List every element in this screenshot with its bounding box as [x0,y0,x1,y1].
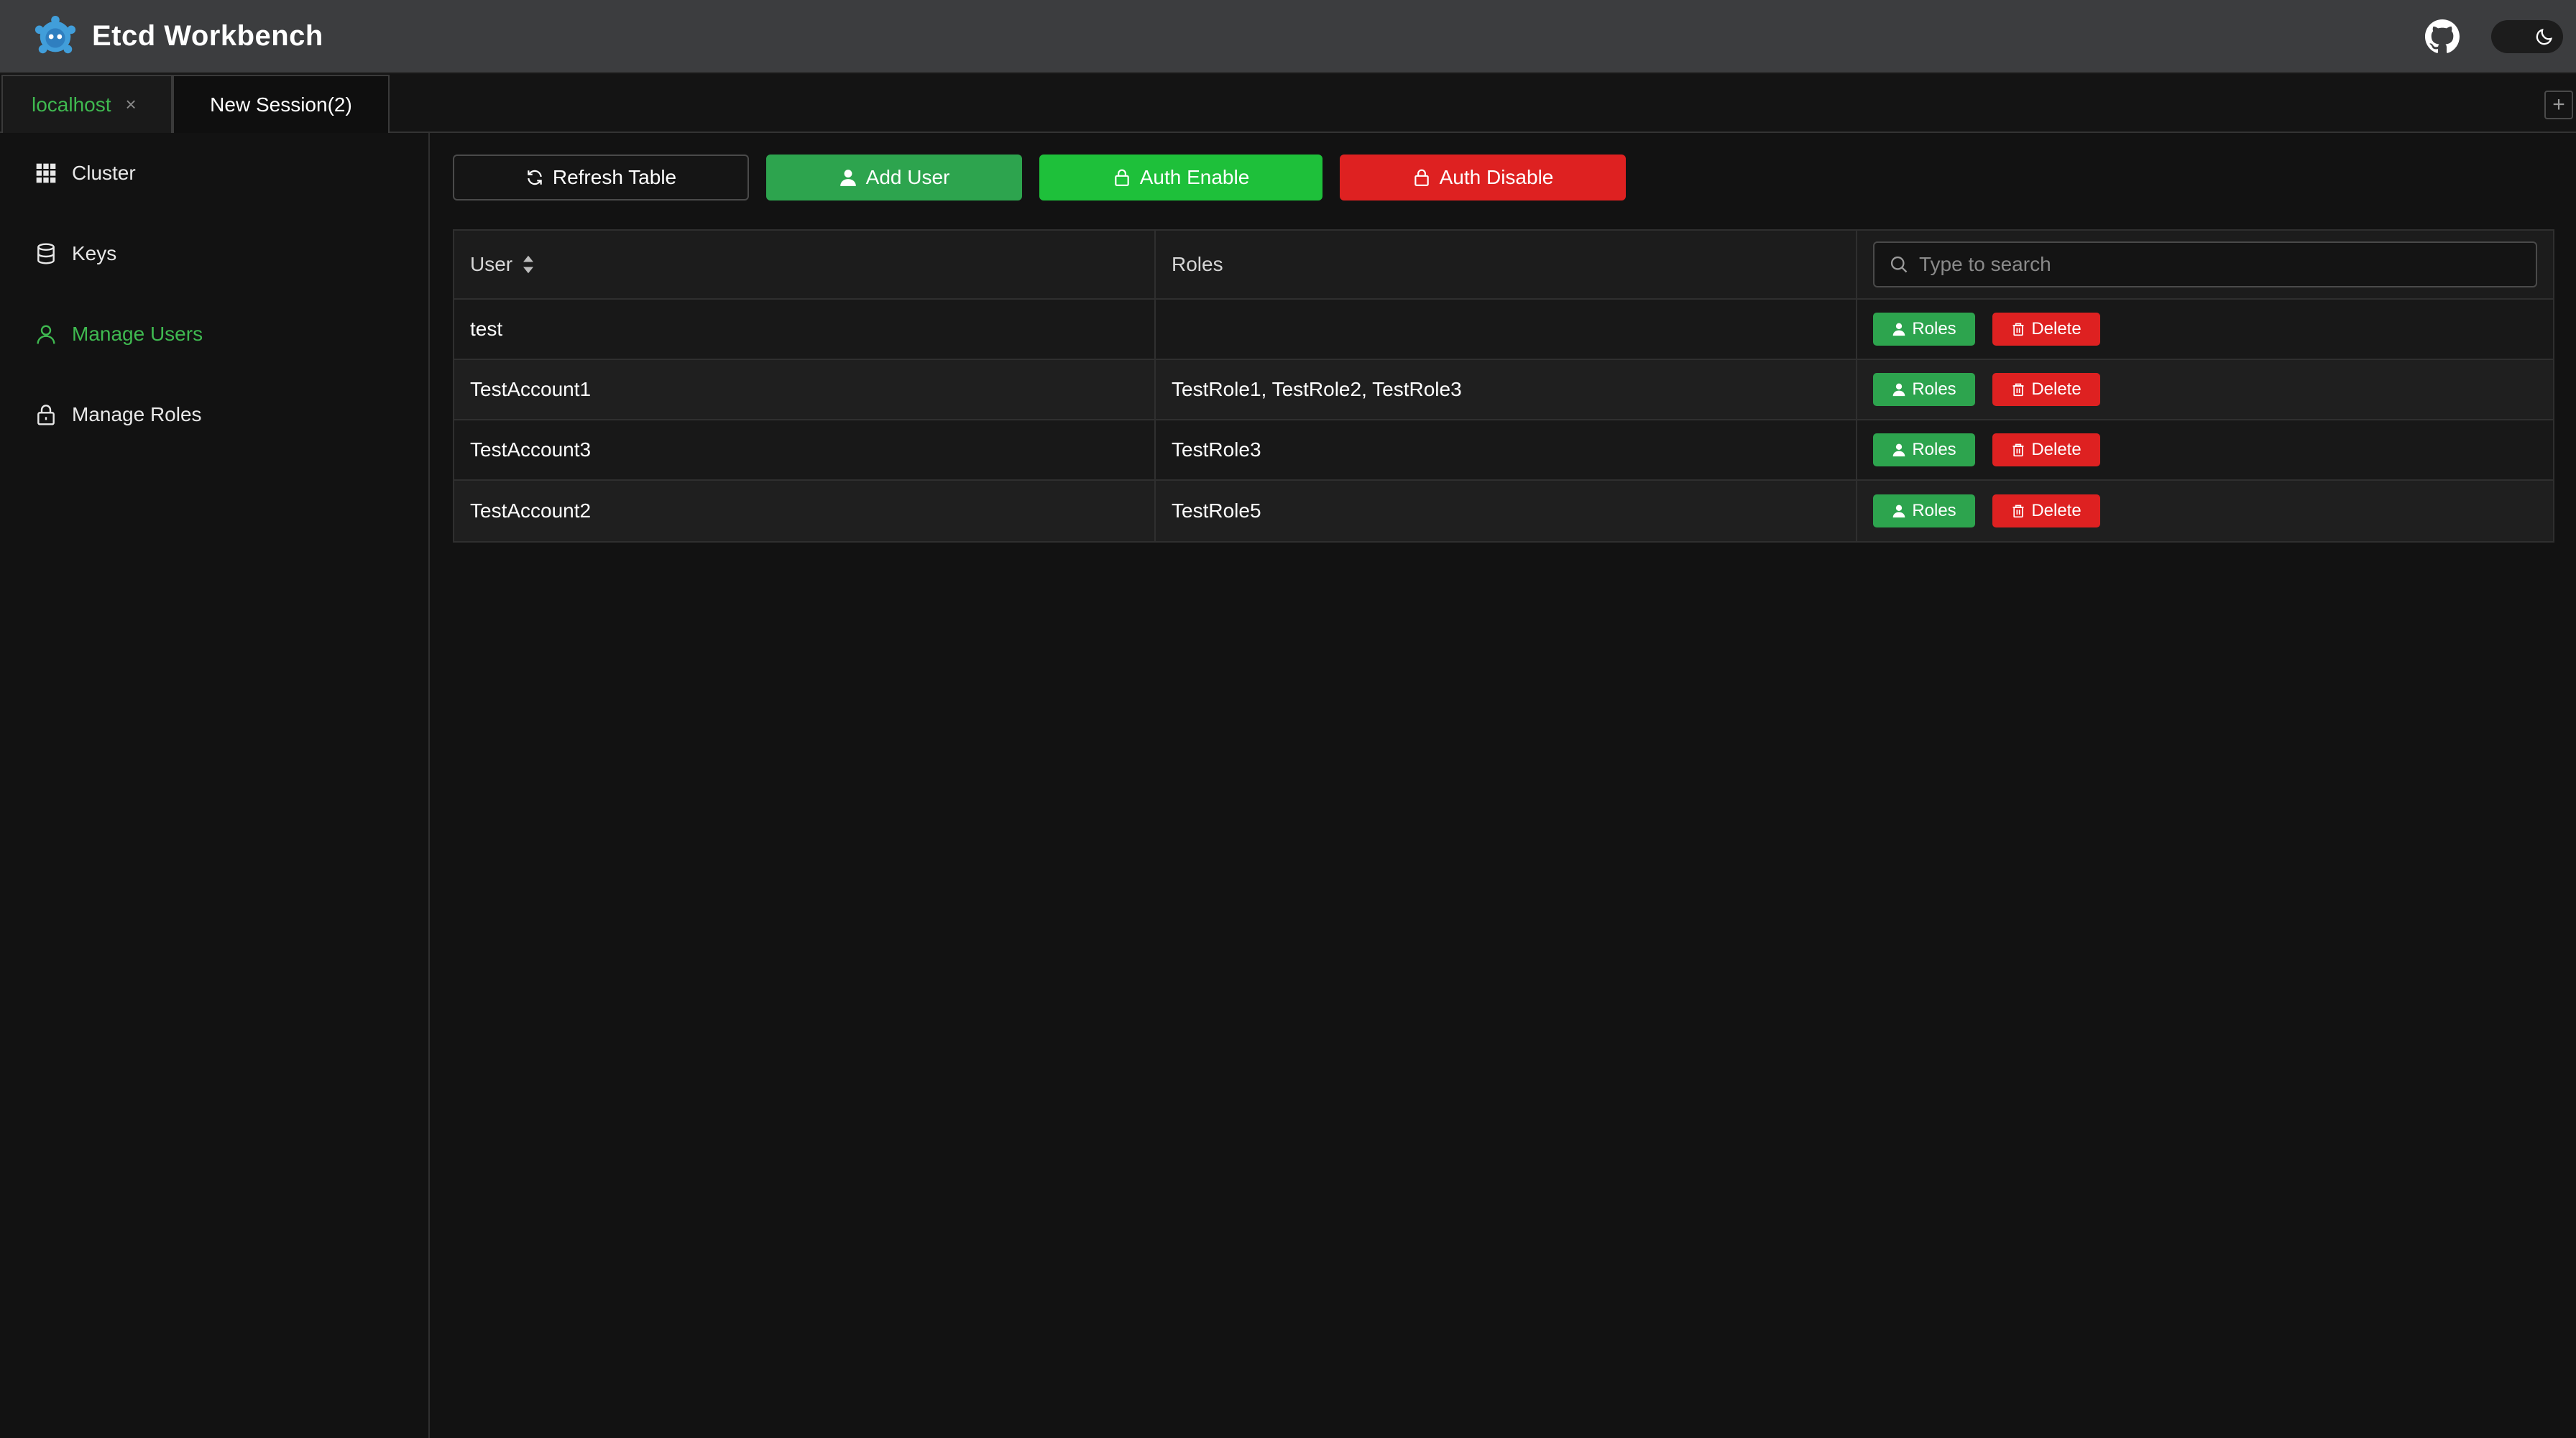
sidebar-item-manage-users[interactable]: Manage Users [34,313,408,356]
button-label: Delete [2031,440,2082,459]
github-icon[interactable] [2425,19,2460,54]
grid-icon [36,163,56,183]
lock-icon [1114,169,1129,186]
button-label: Roles [1912,379,1956,399]
sidebar: Cluster Keys Manage Users Manage Roles [0,133,430,1438]
roles-button[interactable]: Roles [1873,373,1975,406]
add-user-button[interactable]: Add User [766,155,1022,201]
user-icon [840,170,856,186]
roles-button[interactable]: Roles [1873,433,1975,466]
trash-icon [2012,323,2024,336]
tab-localhost[interactable]: localhost × [1,75,172,133]
close-icon[interactable]: × [126,93,137,116]
button-label: Refresh Table [552,166,677,188]
main-content: Refresh Table Add User Auth Enable Auth [431,133,2576,1438]
sidebar-item-label: Manage Users [72,323,203,345]
trash-icon [2012,504,2024,518]
sidebar-item-keys[interactable]: Keys [34,232,408,275]
user-cell: TestAccount3 [454,420,1156,479]
user-icon [1892,443,1905,457]
button-label: Auth Disable [1439,166,1554,188]
app-title: Etcd Workbench [92,20,323,52]
actions-cell: Roles Delete [1857,481,2553,541]
column-header-actions [1857,231,2553,298]
user-icon [1892,383,1905,397]
column-header-label: Roles [1172,253,1223,275]
roles-cell: TestRole1, TestRole2, TestRole3 [1156,360,1857,419]
tab-new-session[interactable]: New Session(2) [172,75,390,133]
search-box[interactable] [1873,241,2537,287]
add-tab-button[interactable]: + [2544,91,2573,119]
trash-icon [2012,443,2024,457]
sidebar-item-label: Manage Roles [72,403,202,425]
refresh-table-button[interactable]: Refresh Table [453,155,749,201]
roles-cell [1156,300,1857,359]
sidebar-item-cluster[interactable]: Cluster [34,152,408,195]
actions-cell: Roles Delete [1857,420,2553,479]
users-table: User Roles Type to search test Roles Del… [453,229,2554,543]
button-label: Roles [1912,319,1956,338]
actions-cell: Roles Delete [1857,360,2553,419]
roles-button[interactable]: Roles [1873,313,1975,346]
app-root: Etcd Workbench localhost × New Session(2… [0,0,2576,1438]
tab-label: localhost [32,93,111,116]
delete-button[interactable]: Delete [1992,373,2100,406]
auth-enable-button[interactable]: Auth Enable [1039,155,1322,201]
user-icon [37,325,55,344]
actions-cell: Roles Delete [1857,300,2553,359]
etcd-logo-icon [34,15,76,54]
sort-icon[interactable] [521,254,535,275]
button-label: Delete [2031,379,2082,399]
column-header-roles: Roles [1156,231,1857,298]
button-label: Add User [865,166,950,188]
delete-button[interactable]: Delete [1992,313,2100,346]
trash-icon [2012,383,2024,397]
database-icon [37,243,55,264]
sidebar-item-manage-roles[interactable]: Manage Roles [34,393,408,436]
lock-icon [37,405,55,425]
tab-label: New Session(2) [210,93,352,116]
user-icon [1892,504,1905,518]
delete-button[interactable]: Delete [1992,433,2100,466]
user-cell: TestAccount2 [454,481,1156,541]
user-icon [1892,323,1905,336]
roles-button[interactable]: Roles [1873,494,1975,527]
roles-cell: TestRole5 [1156,481,1857,541]
button-label: Delete [2031,501,2082,520]
table-row: TestAccount3 TestRole3 Roles Delete [454,420,2553,481]
refresh-icon [528,170,542,185]
user-cell: TestAccount1 [454,360,1156,419]
auth-disable-button[interactable]: Auth Disable [1340,155,1626,201]
button-label: Auth Enable [1139,166,1250,188]
table-row: TestAccount2 TestRole5 Roles Delete [454,481,2553,541]
theme-toggle[interactable] [2491,20,2563,53]
table-row: test Roles Delete [454,300,2553,360]
delete-button[interactable]: Delete [1992,494,2100,527]
table-row: TestAccount1 TestRole1, TestRole2, TestR… [454,360,2553,420]
roles-cell: TestRole3 [1156,420,1857,479]
session-tab-bar: localhost × New Session(2) + [0,73,2576,133]
column-header-label: User [470,253,513,275]
button-label: Delete [2031,319,2082,338]
button-label: Roles [1912,440,1956,459]
sidebar-item-label: Cluster [72,162,136,184]
search-input[interactable] [1919,253,2508,276]
column-header-user[interactable]: User [454,231,1156,298]
button-label: Roles [1912,501,1956,520]
search-icon [1890,256,1908,273]
user-cell: test [454,300,1156,359]
title-bar: Etcd Workbench [0,0,2576,73]
table-header-row: User Roles [454,231,2553,300]
sidebar-item-label: Keys [72,242,117,264]
lock-icon [1414,169,1429,186]
moon-icon [2536,28,2553,45]
